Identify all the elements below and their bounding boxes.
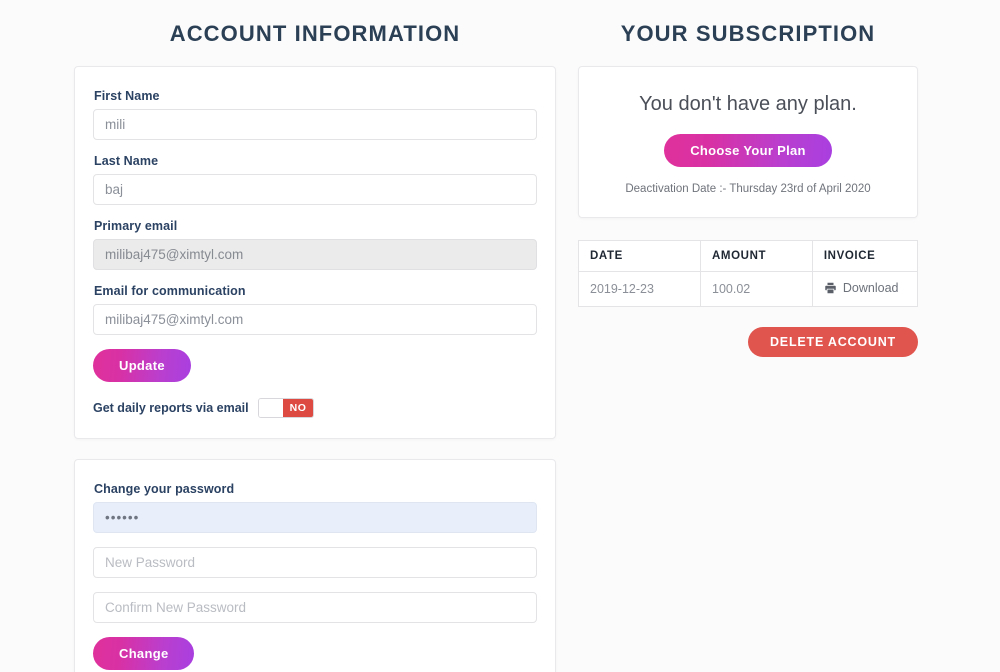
change-password-button[interactable]: Change: [93, 637, 195, 670]
communication-email-input[interactable]: [93, 304, 537, 335]
invoice-table-header-row: DATE AMOUNT INVOICE: [577, 240, 919, 272]
cell-date: 2019-12-23: [577, 271, 702, 307]
column-header-date: DATE: [577, 240, 702, 272]
update-button[interactable]: Update: [93, 349, 191, 382]
subscription-title: YOUR SUBSCRIPTION: [620, 21, 876, 46]
daily-reports-row: Get daily reports via email NO: [93, 398, 537, 418]
subscription-column: YOUR SUBSCRIPTION You don't have any pla…: [577, 0, 919, 357]
subscription-card: You don't have any plan. Choose Your Pla…: [578, 66, 918, 218]
account-information-title: ACCOUNT INFORMATION: [169, 21, 461, 46]
column-header-amount: AMOUNT: [700, 240, 813, 272]
daily-reports-toggle[interactable]: NO: [257, 398, 315, 418]
cell-amount: 100.02: [700, 271, 813, 307]
confirm-password-input[interactable]: [93, 592, 537, 623]
account-information-card: First Name Last Name Primary email Email…: [74, 66, 556, 439]
delete-account-row: DELETE ACCOUNT: [578, 327, 918, 357]
printer-icon: [824, 282, 837, 294]
new-password-input[interactable]: [93, 547, 537, 578]
invoice-table-head: DATE AMOUNT INVOICE: [577, 240, 919, 272]
no-plan-headline: You don't have any plan.: [639, 93, 857, 115]
download-invoice-label: Download: [842, 281, 899, 295]
primary-email-input: [93, 239, 537, 270]
account-information-column: ACCOUNT INFORMATION First Name Last Name…: [74, 0, 556, 672]
change-password-card: Change your password Change: [74, 459, 556, 672]
daily-reports-label: Get daily reports via email: [93, 401, 249, 415]
change-password-label: Change your password: [94, 482, 235, 496]
column-header-invoice: INVOICE: [811, 240, 919, 272]
first-name-label: First Name: [94, 89, 160, 103]
delete-account-button[interactable]: DELETE ACCOUNT: [747, 327, 918, 357]
invoice-table: DATE AMOUNT INVOICE 2019-12-23 100.02 Do…: [577, 240, 919, 307]
choose-your-plan-button[interactable]: Choose Your Plan: [664, 134, 832, 167]
toggle-state-label: NO: [282, 399, 314, 417]
table-row: 2019-12-23 100.02 Download: [577, 271, 919, 307]
last-name-input[interactable]: [93, 174, 537, 205]
first-name-input[interactable]: [93, 109, 537, 140]
toggle-knob: [258, 399, 283, 417]
deactivation-date-note: Deactivation Date :- Thursday 23rd of Ap…: [625, 183, 871, 195]
cell-invoice: Download: [811, 271, 919, 307]
invoice-table-body: 2019-12-23 100.02 Download: [577, 271, 919, 307]
current-password-input[interactable]: [93, 502, 537, 533]
last-name-label: Last Name: [94, 154, 159, 168]
primary-email-label: Primary email: [94, 219, 178, 233]
account-settings-page: ACCOUNT INFORMATION First Name Last Name…: [0, 0, 1000, 672]
communication-email-label: Email for communication: [94, 284, 246, 298]
download-invoice-link[interactable]: Download: [824, 281, 899, 295]
